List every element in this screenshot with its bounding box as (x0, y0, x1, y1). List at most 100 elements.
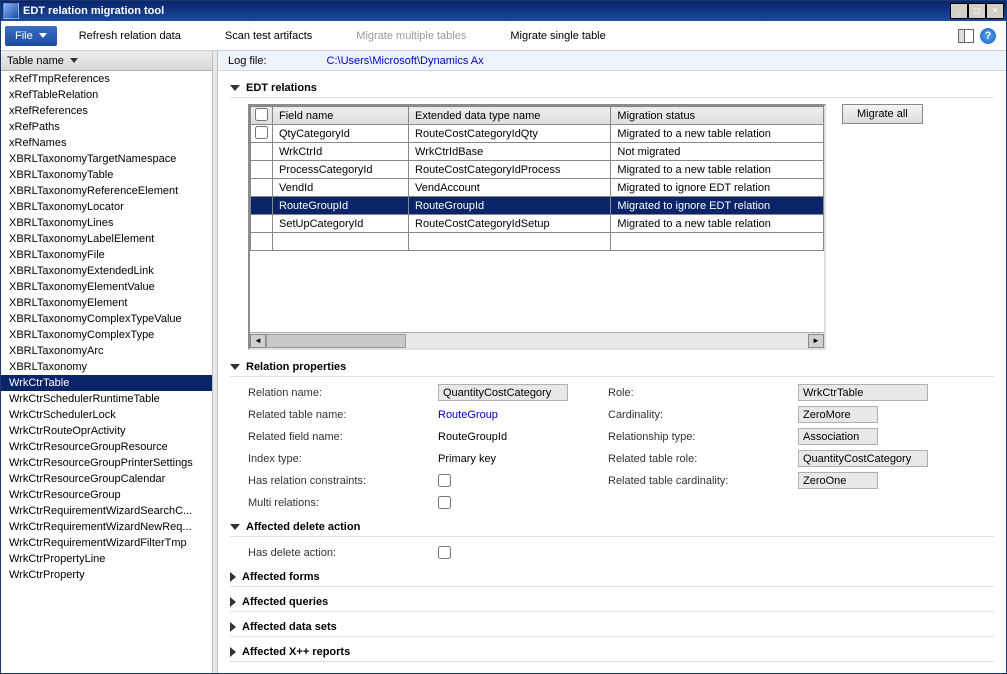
table-list-item[interactable]: WrkCtrRequirementWizardFilterTmp (1, 535, 212, 551)
relationship-type-value[interactable]: Association (798, 428, 878, 445)
relation-properties-header[interactable]: Relation properties (230, 358, 994, 377)
table-list-item[interactable]: WrkCtrResourceGroup (1, 487, 212, 503)
layout-icon[interactable] (958, 29, 974, 43)
table-list-item[interactable]: XBRLTaxonomyArc (1, 343, 212, 359)
relation-row[interactable]: VendIdVendAccountMigrated to ignore EDT … (251, 179, 824, 197)
table-list-item[interactable]: XBRLTaxonomyTargetNamespace (1, 151, 212, 167)
chevron-down-icon (39, 33, 47, 38)
has-delete-action-checkbox[interactable] (438, 546, 451, 559)
relations-grid[interactable]: Field name Extended data type name Migra… (248, 104, 826, 350)
index-type-value: Primary key (438, 453, 496, 465)
scroll-right-icon[interactable]: ► (808, 334, 824, 348)
table-list-item[interactable]: XBRLTaxonomyReferenceElement (1, 183, 212, 199)
table-list-item[interactable]: XBRLTaxonomyLabelElement (1, 231, 212, 247)
cell-edt: WrkCtrIdBase (409, 143, 611, 161)
table-list-item[interactable]: xRefTmpReferences (1, 71, 212, 87)
app-window: EDT relation migration tool _ □ × File R… (0, 0, 1007, 674)
cell-edt: VendAccount (409, 179, 611, 197)
close-button[interactable]: × (986, 3, 1004, 19)
table-list-item[interactable]: WrkCtrResourceGroupCalendar (1, 471, 212, 487)
table-list-item[interactable]: xRefPaths (1, 119, 212, 135)
multi-relations-checkbox[interactable] (438, 496, 451, 509)
migrate-multiple-tables: Migrate multiple tables (334, 24, 488, 48)
table-list-item[interactable]: WrkCtrResourceGroupPrinterSettings (1, 455, 212, 471)
section-title: EDT relations (246, 82, 317, 94)
col-field-name[interactable]: Field name (273, 107, 409, 125)
related-table-cardinality-value[interactable]: ZeroOne (798, 472, 878, 489)
role-value[interactable]: WrkCtrTable (798, 384, 928, 401)
grid-hscroll[interactable]: ◄ ► (250, 332, 824, 348)
table-list-item[interactable]: XBRLTaxonomyComplexType (1, 327, 212, 343)
table-list-item[interactable]: WrkCtrRouteOprActivity (1, 423, 212, 439)
affected-queries-header[interactable]: Affected queries (230, 593, 994, 612)
relation-row[interactable]: SetUpCategoryIdRouteCostCategoryIdSetupM… (251, 215, 824, 233)
table-list-item[interactable]: WrkCtrRequirementWizardSearchC... (1, 503, 212, 519)
related-table-role-value[interactable]: QuantityCostCategory (798, 450, 928, 467)
refresh-relation-data[interactable]: Refresh relation data (57, 24, 203, 48)
table-list-item[interactable]: XBRLTaxonomyComplexTypeValue (1, 311, 212, 327)
migrate-single-table[interactable]: Migrate single table (488, 24, 627, 48)
log-file-path[interactable]: C:\Users\Microsoft\Dynamics Ax (327, 55, 484, 67)
migrate-all-button[interactable]: Migrate all (842, 104, 923, 124)
table-list-item[interactable]: WrkCtrProperty (1, 567, 212, 583)
scan-test-artifacts[interactable]: Scan test artifacts (203, 24, 334, 48)
cell-field: VendId (273, 179, 409, 197)
edt-relations-header[interactable]: EDT relations (230, 79, 994, 98)
file-menu-label: File (15, 30, 33, 42)
cardinality-label: Cardinality: (608, 409, 798, 421)
affected-xpp-reports-header[interactable]: Affected X++ reports (230, 643, 994, 662)
scroll-thumb[interactable] (266, 334, 406, 348)
collapse-icon (230, 647, 236, 657)
table-list-item[interactable]: WrkCtrSchedulerLock (1, 407, 212, 423)
relation-row[interactable]: WrkCtrIdWrkCtrIdBaseNot migrated (251, 143, 824, 161)
table-list-item[interactable]: WrkCtrRequirementWizardNewReq... (1, 519, 212, 535)
cell-edt: RouteCostCategoryIdQty (409, 125, 611, 143)
related-table-link[interactable]: RouteGroup (438, 409, 498, 421)
table-list-item[interactable]: XBRLTaxonomyExtendedLink (1, 263, 212, 279)
relation-row[interactable]: ProcessCategoryIdRouteCostCategoryIdProc… (251, 161, 824, 179)
table-list-item[interactable]: XBRLTaxonomyLines (1, 215, 212, 231)
table-list-item[interactable]: XBRLTaxonomyElement (1, 295, 212, 311)
has-constraints-checkbox[interactable] (438, 474, 451, 487)
index-type-label: Index type: (248, 453, 438, 465)
related-table-cardinality-label: Related table cardinality: (608, 475, 798, 487)
col-edt-name[interactable]: Extended data type name (409, 107, 611, 125)
table-list-item[interactable]: xRefReferences (1, 103, 212, 119)
table-list-item[interactable]: XBRLTaxonomyTable (1, 167, 212, 183)
select-all-checkbox[interactable] (255, 108, 268, 121)
col-migration-status[interactable]: Migration status (611, 107, 824, 125)
sidebar-header[interactable]: Table name (1, 51, 212, 71)
table-list-item[interactable]: xRefTableRelation (1, 87, 212, 103)
section-title: Affected forms (242, 571, 320, 583)
table-list-item[interactable]: WrkCtrSchedulerRuntimeTable (1, 391, 212, 407)
relation-row[interactable]: RouteGroupIdRouteGroupIdMigrated to igno… (251, 197, 824, 215)
minimize-button[interactable]: _ (950, 3, 968, 19)
table-list-item[interactable]: WrkCtrResourceGroupResource (1, 439, 212, 455)
table-list-item[interactable]: XBRLTaxonomy (1, 359, 212, 375)
cardinality-value[interactable]: ZeroMore (798, 406, 878, 423)
relation-name-value[interactable]: QuantityCostCategory (438, 384, 568, 401)
table-list-item[interactable]: XBRLTaxonomyElementValue (1, 279, 212, 295)
section-title: Affected queries (242, 596, 328, 608)
table-list-item[interactable]: XBRLTaxonomyFile (1, 247, 212, 263)
relation-row[interactable]: QtyCategoryIdRouteCostCategoryIdQtyMigra… (251, 125, 824, 143)
cell-edt: RouteCostCategoryIdSetup (409, 215, 611, 233)
affected-forms-header[interactable]: Affected forms (230, 568, 994, 587)
related-table-label: Related table name: (248, 409, 438, 421)
has-constraints-label: Has relation constraints: (248, 475, 438, 487)
file-menu[interactable]: File (5, 26, 57, 46)
row-checkbox[interactable] (255, 126, 268, 139)
table-list-item[interactable]: xRefNames (1, 135, 212, 151)
scroll-left-icon[interactable]: ◄ (250, 334, 266, 348)
table-list-item[interactable]: XBRLTaxonomyLocator (1, 199, 212, 215)
affected-data-sets-header[interactable]: Affected data sets (230, 618, 994, 637)
affected-delete-action-header[interactable]: Affected delete action (230, 518, 994, 537)
collapse-icon (230, 622, 236, 632)
section-title: Affected X++ reports (242, 646, 350, 658)
sidebar-header-label: Table name (7, 55, 64, 67)
help-icon[interactable]: ? (980, 28, 996, 44)
maximize-button[interactable]: □ (968, 3, 986, 19)
table-list-item[interactable]: WrkCtrPropertyLine (1, 551, 212, 567)
table-list-item[interactable]: WrkCtrTable (1, 375, 212, 391)
table-list[interactable]: xRefTmpReferencesxRefTableRelationxRefRe… (1, 71, 212, 673)
